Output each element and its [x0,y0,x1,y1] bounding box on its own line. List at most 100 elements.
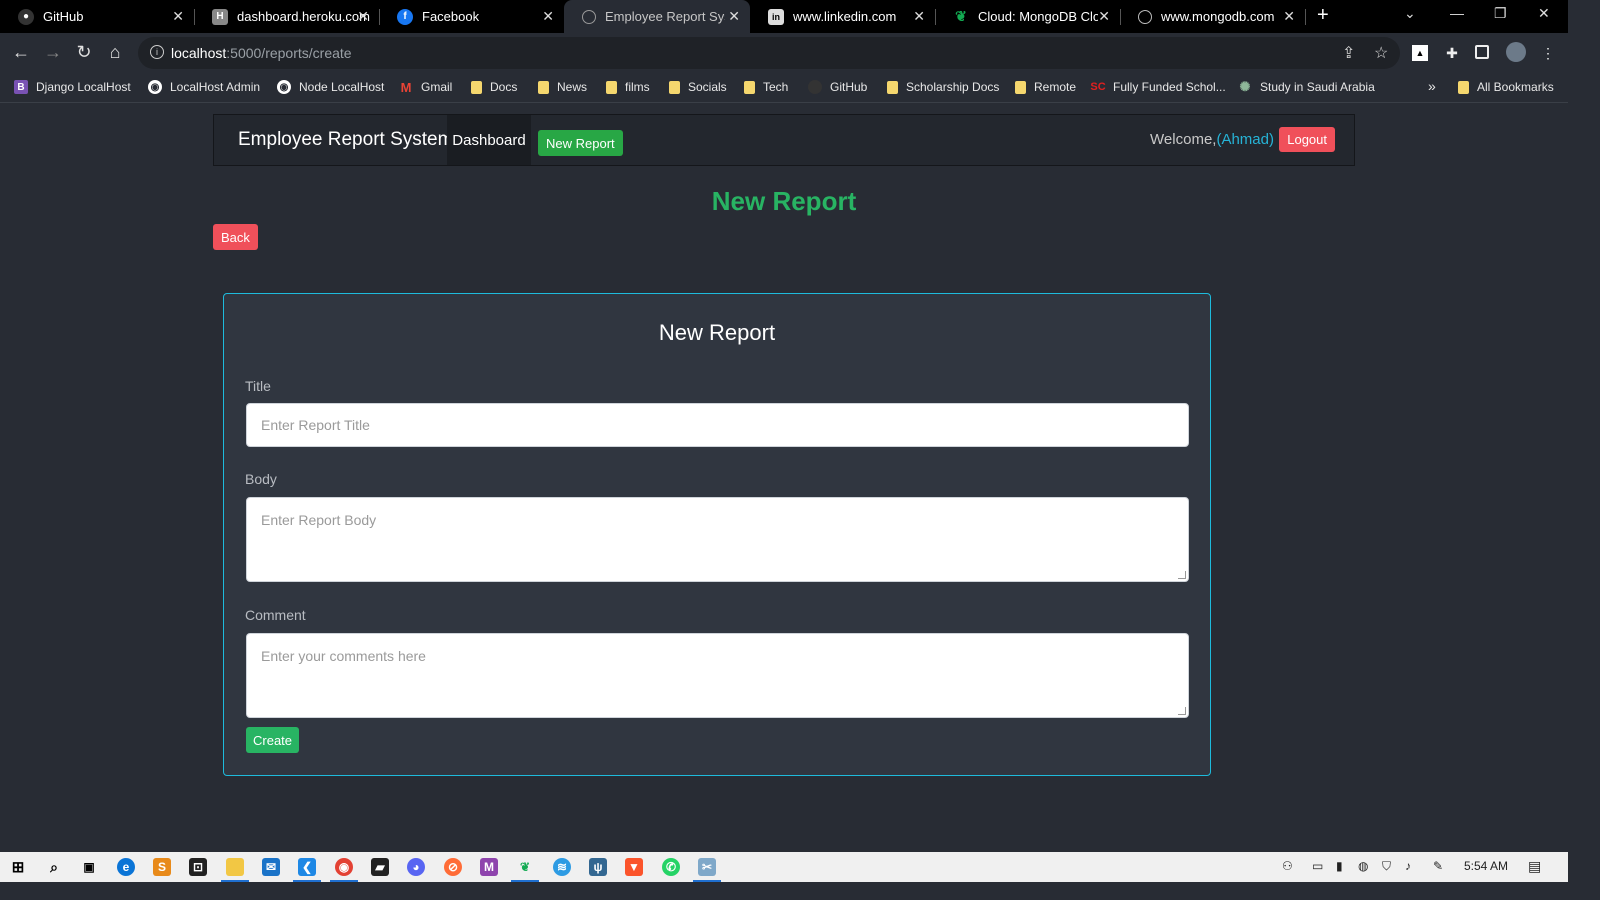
extension-icon[interactable]: ▲ [1412,45,1428,61]
close-icon[interactable]: ✕ [1283,8,1295,25]
bookmark-gmail[interactable]: M Gmail [399,80,453,95]
reload-icon[interactable]: ↻ [73,41,95,63]
pen-icon[interactable]: ✎ [1433,859,1443,873]
tab-github[interactable]: ● GitHub ✕ [0,0,194,33]
body-textarea[interactable] [246,497,1189,582]
tab-title: GitHub [43,9,84,24]
bookmark-folder-films[interactable]: films [606,80,650,94]
whatsapp-icon[interactable]: ✆ [662,858,680,876]
tab-heroku[interactable]: H dashboard.heroku.com ✕ [194,0,379,33]
docker-icon[interactable]: ≋ [553,858,571,876]
resize-grip-icon[interactable] [1178,571,1186,579]
app-navbar: Employee Report System Dashboard New Rep… [213,114,1355,166]
title-input[interactable] [246,403,1189,447]
tab-linkedin[interactable]: in www.linkedin.com ✕ [750,0,935,33]
sticky-notes-icon[interactable]: ▰ [371,858,389,876]
app-brand[interactable]: Employee Report System [238,129,453,151]
tab-title: www.mongodb.com [1161,9,1275,24]
store-icon[interactable]: ⊡ [189,858,207,876]
tray-app-icon[interactable]: ▮ [1336,859,1343,873]
close-icon[interactable]: ✕ [542,8,554,25]
address-bar[interactable]: i localhost:5000/reports/create ⇪ ☆ [138,37,1400,69]
sun-icon: ✺ [1239,79,1251,94]
bookmark-folder-news[interactable]: News [538,80,587,94]
bookmark-localhost-admin[interactable]: ◉ LocalHost Admin [148,80,260,94]
file-explorer-icon[interactable] [226,858,244,876]
mongodb-leaf-icon[interactable]: ❦ [516,858,534,876]
bookmark-fully-funded[interactable]: SC Fully Funded Schol... [1090,80,1225,94]
postgresql-icon[interactable]: ψ [589,858,607,876]
bookmark-folder-remote[interactable]: Remote [1015,80,1076,94]
tab-facebook[interactable]: f Facebook ✕ [379,0,564,33]
discord-icon[interactable]: ◕ [407,858,425,876]
bookmark-folder-tech[interactable]: Tech [744,80,788,94]
side-panel-icon[interactable] [1475,45,1489,59]
bookmarks-overflow-chevron[interactable]: » [1428,78,1436,94]
welcome-message: Welcome,(Ahmad) [1150,131,1274,148]
menu-kebab-icon[interactable]: ⋮ [1540,45,1556,61]
clock-time[interactable]: 5:54 AM [1464,859,1508,873]
resize-grip-icon[interactable] [1178,707,1186,715]
close-icon[interactable]: ✕ [172,8,184,25]
url-text[interactable]: localhost:5000/reports/create [171,45,352,61]
mail-icon[interactable]: ✉ [262,858,280,876]
close-icon[interactable]: ✕ [728,8,740,25]
bookmark-github[interactable]: GitHub [808,80,867,94]
security-shield-icon[interactable]: ⛉ [1382,859,1391,874]
share-icon[interactable]: ⇪ [1342,43,1355,63]
restore-icon[interactable]: ❐ [1494,5,1507,22]
edge-icon[interactable]: e [117,858,135,876]
sc-icon: SC [1090,81,1106,93]
page-title: New Report [711,186,857,216]
tab-search-chevron-icon[interactable]: ⌄ [1404,5,1416,22]
folder-icon [887,80,898,94]
window-close-icon[interactable]: ✕ [1538,5,1550,22]
bookmark-folder-docs[interactable]: Docs [471,80,517,94]
nav-dashboard-link[interactable]: Dashboard [447,115,531,165]
network-globe-icon[interactable]: ◍ [1358,859,1368,873]
close-icon[interactable]: ✕ [913,8,925,25]
tab-mongodb-cloud[interactable]: ❦ Cloud: MongoDB Clou ✕ [935,0,1120,33]
bookmark-folder-scholarship-docs[interactable]: Scholarship Docs [887,80,999,94]
back-button[interactable]: Back [213,224,258,250]
notifications-icon[interactable]: ▤ [1528,858,1541,875]
tab-employee-report[interactable]: Employee Report Syste ✕ [564,0,750,33]
create-button[interactable]: Create [246,727,300,753]
bookmark-node-localhost[interactable]: ◉ Node LocalHost [277,80,384,94]
snipping-tool-icon[interactable]: ✂ [698,858,716,876]
mongodb-compass-icon[interactable]: M [480,858,498,876]
comment-textarea[interactable] [246,633,1189,718]
vscode-icon[interactable]: ❮ [298,858,316,876]
sublime-icon[interactable]: S [153,858,171,876]
site-info-icon[interactable]: i [150,45,164,59]
brave-icon[interactable]: ▼ [625,858,643,876]
tab-mongodb[interactable]: www.mongodb.com ✕ [1120,0,1305,33]
chrome-icon[interactable]: ◉ [335,858,353,876]
bookmark-folder-socials[interactable]: Socials [669,80,727,94]
minimize-icon[interactable]: — [1450,5,1464,21]
browser-tab-strip: ● GitHub ✕ H dashboard.heroku.com ✕ f Fa… [0,0,1568,33]
battery-icon[interactable]: ▭ [1312,859,1323,873]
profile-avatar[interactable] [1506,42,1526,62]
postman-icon[interactable]: ⊘ [444,858,462,876]
bookmark-study-saudi[interactable]: ✺ Study in Saudi Arabia [1238,79,1375,94]
all-bookmarks[interactable]: All Bookmarks [1458,80,1554,94]
logout-button[interactable]: Logout [1279,127,1335,152]
bookmark-django-localhost[interactable]: B Django LocalHost [14,80,131,94]
nav-new-report-button[interactable]: New Report [538,130,623,156]
close-icon[interactable]: ✕ [357,8,369,25]
heroku-icon: H [212,8,228,25]
task-view-icon[interactable]: ▣ [80,858,98,876]
close-icon[interactable]: ✕ [1098,8,1110,25]
windows-start-icon[interactable]: ⊞ [9,858,27,876]
home-icon[interactable]: ⌂ [104,41,126,63]
volume-icon[interactable]: ♪ [1405,859,1411,873]
people-icon[interactable]: ⚇ [1282,859,1293,873]
new-tab-plus-icon[interactable]: + [1317,4,1329,27]
bootstrap-icon: B [14,80,28,94]
back-arrow-icon[interactable]: ← [10,41,32,63]
forward-arrow-icon[interactable]: → [42,41,64,63]
puzzle-extensions-icon[interactable]: ✚ [1444,45,1460,61]
bookmark-star-icon[interactable]: ☆ [1374,43,1388,63]
search-icon[interactable]: ⌕ [45,858,63,876]
